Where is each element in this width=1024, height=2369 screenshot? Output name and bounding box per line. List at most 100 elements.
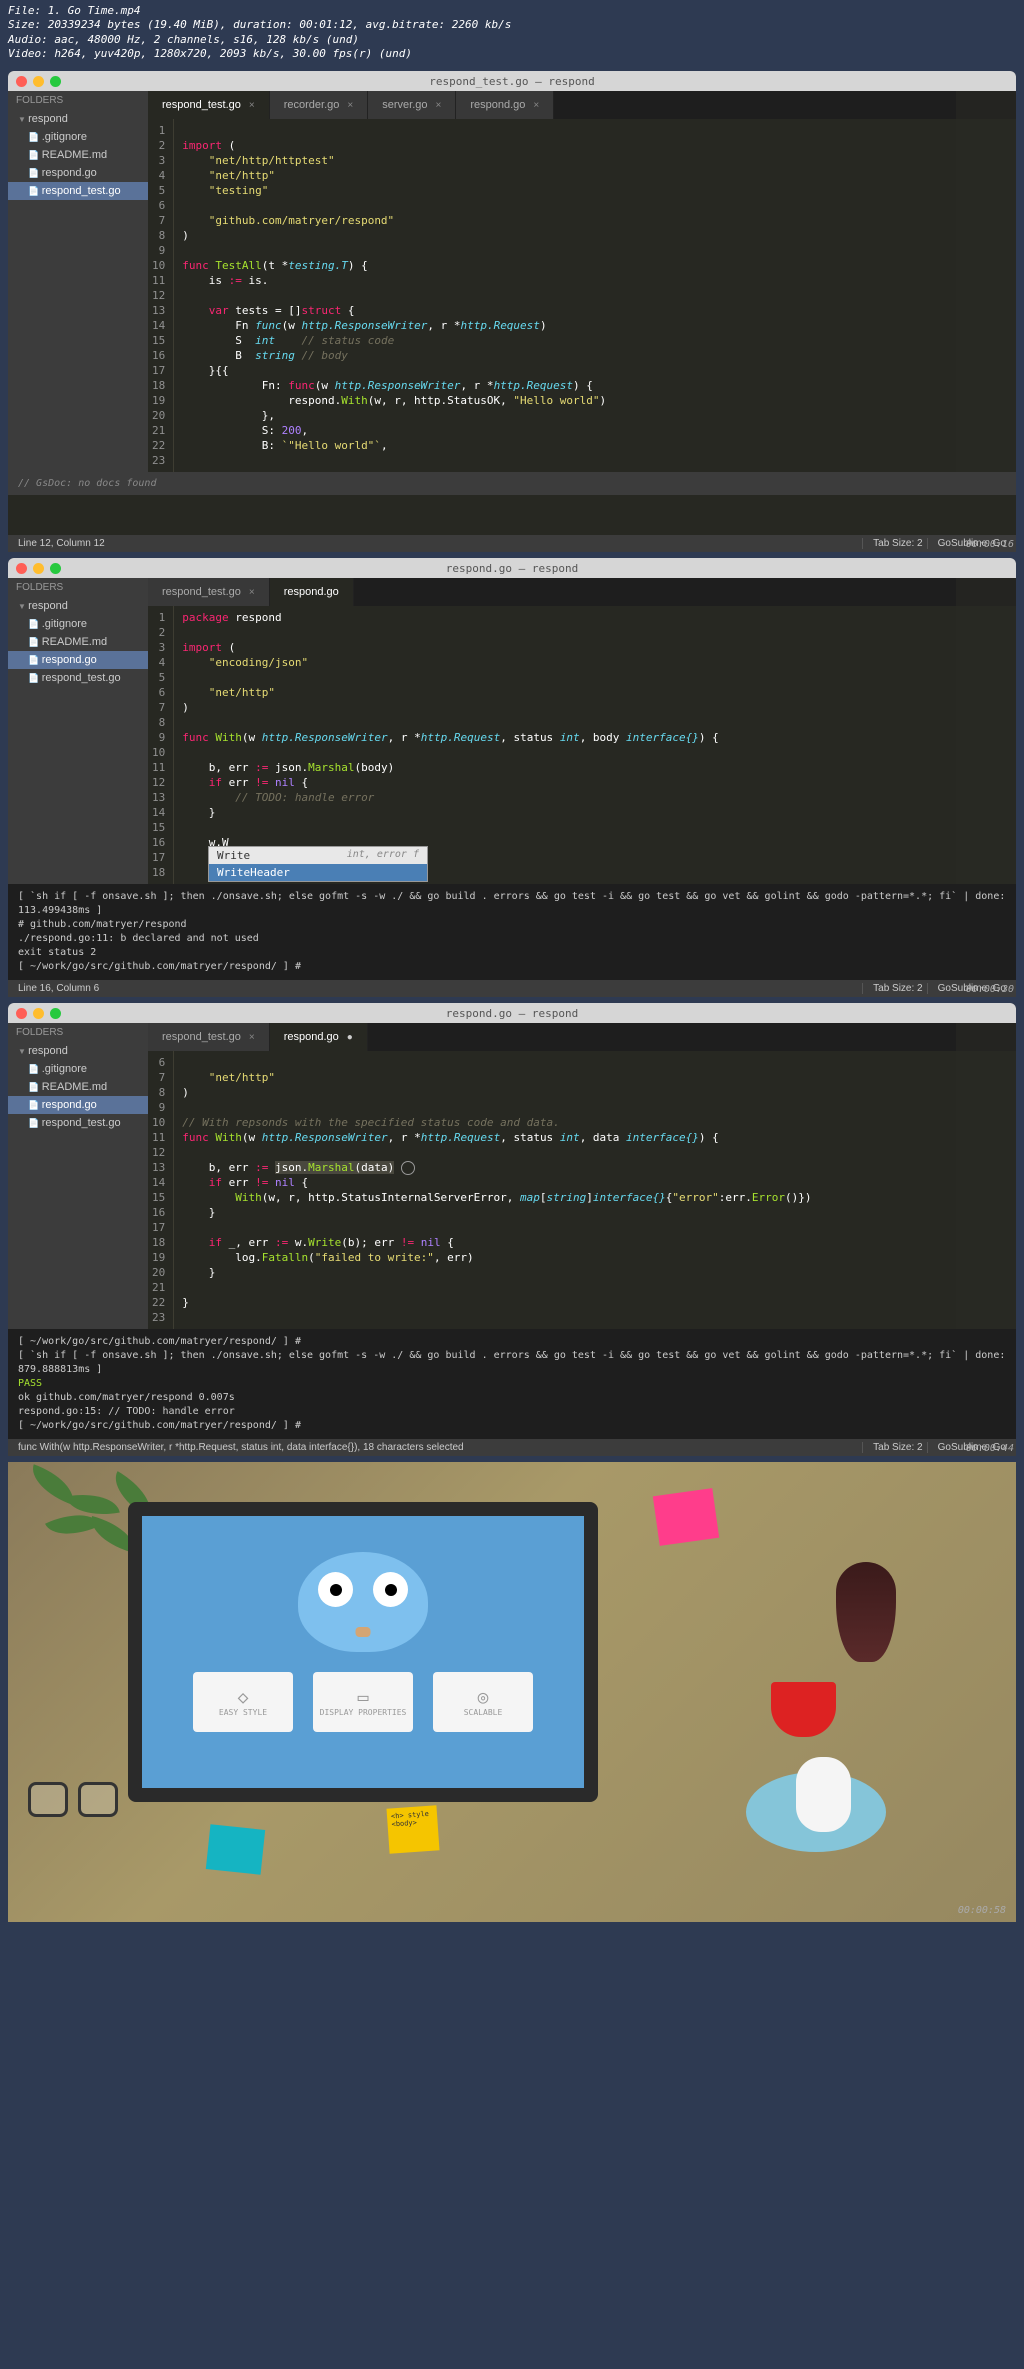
tab-size[interactable]: Tab Size: 2 — [862, 983, 922, 994]
cursor-position: Line 12, Column 12 — [18, 538, 105, 549]
cursor-position: Line 16, Column 6 — [18, 983, 99, 994]
autocomplete-item-selected[interactable]: WriteHeader — [209, 864, 427, 881]
tab-respond-test[interactable]: respond_test.go× — [148, 578, 270, 606]
minimize-icon[interactable] — [33, 1008, 44, 1019]
tab-respond[interactable]: respond.go● — [270, 1023, 368, 1051]
minimap[interactable] — [956, 578, 1016, 884]
folder-root[interactable]: respond — [8, 110, 148, 128]
build-console[interactable]: [ ~/work/go/src/github.com/matryer/respo… — [8, 1329, 1016, 1439]
gopher-mascot-icon — [298, 1552, 428, 1652]
code-editor[interactable]: 1234567891011121314151617181920212223 im… — [148, 119, 1016, 472]
window-title: respond.go — respond — [446, 1007, 578, 1020]
file-info-header: File: 1. Go Time.mp4 Size: 20339234 byte… — [0, 0, 1024, 65]
card-easy-style: ◇EASY STYLE — [193, 1672, 293, 1732]
close-icon[interactable] — [16, 563, 27, 574]
file-item[interactable]: respond.go — [8, 164, 148, 182]
tab-size[interactable]: Tab Size: 2 — [862, 538, 922, 549]
card-display-properties: ▭DISPLAY PROPERTIES — [313, 1672, 413, 1732]
file-item[interactable]: respond_test.go — [8, 669, 148, 687]
code-editor[interactable]: 123456789101112131415161718 package resp… — [148, 606, 1016, 884]
file-item-selected[interactable]: respond_test.go — [8, 182, 148, 200]
maximize-icon[interactable] — [50, 1008, 61, 1019]
autocomplete-popup[interactable]: Writeint, error f WriteHeader — [208, 846, 428, 882]
minimap[interactable] — [956, 91, 1016, 472]
monitor: ◇EASY STYLE ▭DISPLAY PROPERTIES ◎SCALABL… — [128, 1502, 598, 1802]
sidebar: FOLDERS respond .gitignore README.md res… — [8, 1023, 148, 1329]
file-item[interactable]: README.md — [8, 146, 148, 164]
coffee-cup — [771, 1682, 836, 1737]
titlebar[interactable]: respond_test.go — respond — [8, 71, 1016, 91]
timestamp: 00:00:44 — [966, 1443, 1014, 1454]
sidebar-header: FOLDERS — [8, 578, 148, 597]
maximize-icon[interactable] — [50, 76, 61, 87]
close-icon[interactable]: × — [533, 100, 539, 111]
file-item[interactable]: .gitignore — [8, 1060, 148, 1078]
monitor-screen: ◇EASY STYLE ▭DISPLAY PROPERTIES ◎SCALABL… — [142, 1516, 584, 1788]
sticky-note-blue — [206, 1824, 265, 1875]
sidebar: FOLDERS respond .gitignore README.md res… — [8, 91, 148, 472]
tab-bar: respond_test.go× recorder.go× server.go×… — [148, 91, 1016, 119]
tab-server[interactable]: server.go× — [368, 91, 456, 119]
statusbar: Line 12, Column 12 Tab Size: 2 GoSublime… — [8, 535, 1016, 552]
tab-respond-test[interactable]: respond_test.go× — [148, 1023, 270, 1051]
close-icon[interactable] — [16, 76, 27, 87]
folder-root[interactable]: respond — [8, 597, 148, 615]
sticky-note-pink — [653, 1488, 719, 1546]
editor-window-2: respond.go — respond FOLDERS respond .gi… — [8, 558, 1016, 997]
file-item[interactable]: README.md — [8, 1078, 148, 1096]
minimize-icon[interactable] — [33, 563, 44, 574]
close-icon[interactable]: × — [347, 100, 353, 111]
code-content[interactable]: import ( "net/http/httptest" "net/http" … — [174, 119, 1016, 472]
build-console[interactable]: [ `sh if [ -f onsave.sh ]; then ./onsave… — [8, 884, 1016, 980]
titlebar[interactable]: respond.go — respond — [8, 1003, 1016, 1023]
eyeglasses — [28, 1782, 128, 1822]
card-scalable: ◎SCALABLE — [433, 1672, 533, 1732]
editor-window-3: respond.go — respond FOLDERS respond .gi… — [8, 1003, 1016, 1456]
folder-root[interactable]: respond — [8, 1042, 148, 1060]
docs-panel: // GsDoc: no docs found — [8, 472, 1016, 495]
line-numbers: 123456789101112131415161718 — [148, 606, 174, 884]
tab-respond[interactable]: respond.go — [270, 578, 354, 606]
window-title: respond.go — respond — [446, 562, 578, 575]
window-title: respond_test.go — respond — [429, 75, 595, 88]
close-icon[interactable]: × — [249, 100, 255, 111]
maximize-icon[interactable] — [50, 563, 61, 574]
tab-bar: respond_test.go× respond.go● — [148, 1023, 1016, 1051]
file-item-selected[interactable]: respond.go — [8, 651, 148, 669]
sticky-note-yellow: <h> style <body> — [386, 1805, 439, 1853]
selection-info: func With(w http.ResponseWriter, r *http… — [18, 1442, 464, 1453]
mouse — [796, 1757, 851, 1832]
close-icon[interactable]: × — [249, 587, 255, 598]
tab-bar: respond_test.go× respond.go — [148, 578, 1016, 606]
carafe — [836, 1562, 896, 1662]
close-icon[interactable]: × — [249, 1032, 255, 1043]
file-item-selected[interactable]: respond.go — [8, 1096, 148, 1114]
code-content[interactable]: package respond import ( "encoding/json"… — [174, 606, 1016, 884]
file-item[interactable]: respond_test.go — [8, 1114, 148, 1132]
code-editor[interactable]: 67891011121314151617181920212223 "net/ht… — [148, 1051, 1016, 1329]
editor-window-1: respond_test.go — respond FOLDERS respon… — [8, 71, 1016, 552]
tab-recorder[interactable]: recorder.go× — [270, 91, 369, 119]
file-item[interactable]: README.md — [8, 633, 148, 651]
statusbar: func With(w http.ResponseWriter, r *http… — [8, 1439, 1016, 1456]
timestamp: 00:00:30 — [966, 984, 1014, 995]
file-item[interactable]: .gitignore — [8, 615, 148, 633]
minimap[interactable] — [956, 1023, 1016, 1329]
file-item[interactable]: .gitignore — [8, 128, 148, 146]
line-numbers: 1234567891011121314151617181920212223 — [148, 119, 174, 472]
close-icon[interactable] — [16, 1008, 27, 1019]
code-content[interactable]: "net/http" ) // With repsonds with the s… — [174, 1051, 1016, 1329]
autocomplete-item[interactable]: Writeint, error f — [209, 847, 427, 864]
dirty-icon[interactable]: ● — [347, 1032, 353, 1043]
tab-respond[interactable]: respond.go× — [456, 91, 554, 119]
desk-photo: ◇EASY STYLE ▭DISPLAY PROPERTIES ◎SCALABL… — [8, 1462, 1016, 1922]
close-icon[interactable]: × — [435, 100, 441, 111]
sidebar-header: FOLDERS — [8, 1023, 148, 1042]
minimize-icon[interactable] — [33, 76, 44, 87]
line-numbers: 67891011121314151617181920212223 — [148, 1051, 174, 1329]
titlebar[interactable]: respond.go — respond — [8, 558, 1016, 578]
tab-respond-test[interactable]: respond_test.go× — [148, 91, 270, 119]
tab-size[interactable]: Tab Size: 2 — [862, 1442, 922, 1453]
timestamp: 00:00:58 — [958, 1905, 1006, 1916]
sidebar-header: FOLDERS — [8, 91, 148, 110]
